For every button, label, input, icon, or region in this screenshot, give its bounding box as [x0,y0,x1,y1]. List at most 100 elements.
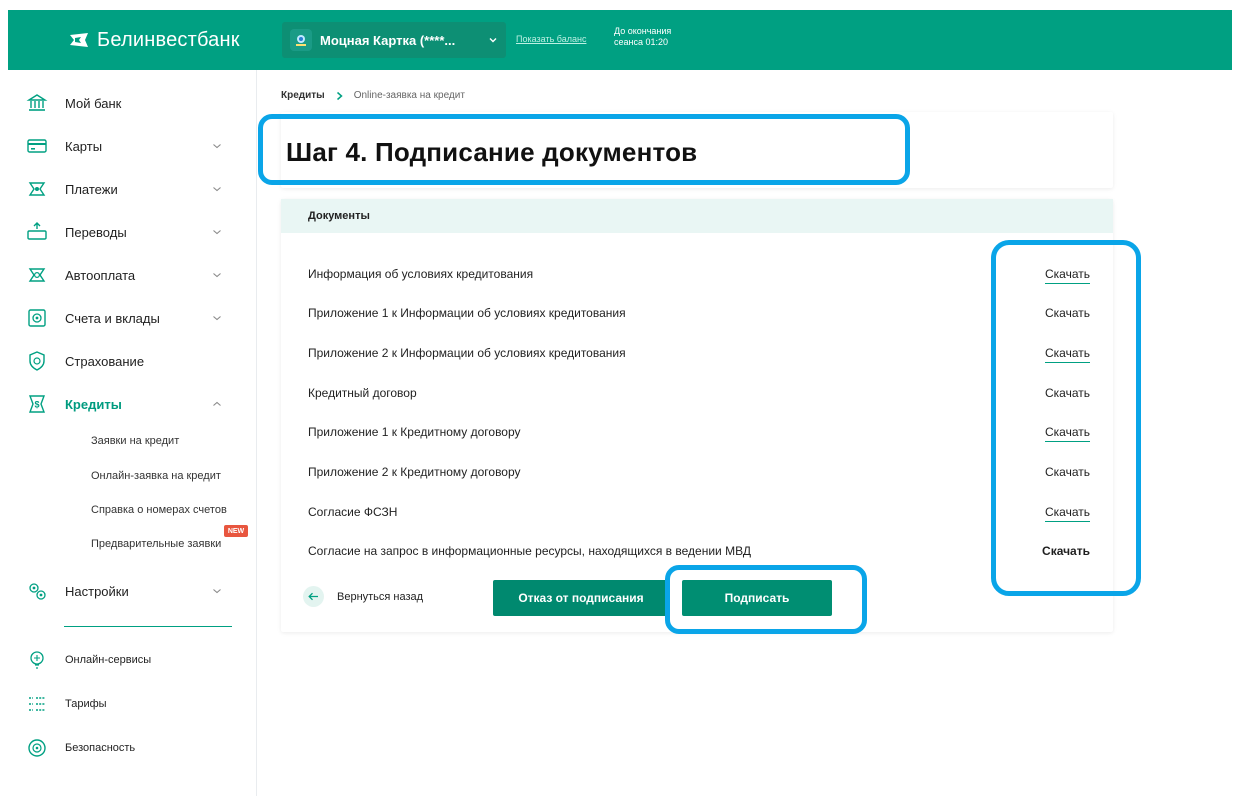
tariffs-icon [26,693,48,715]
document-name: Информация об условиях кредитования [308,267,534,281]
documents-card: Документы Информация об условиях кредито… [281,199,1113,632]
download-link[interactable]: Скачать [1045,425,1090,442]
sidebar-item-label: Платежи [65,181,118,197]
page-title: Шаг 4. Подписание документов [286,137,698,167]
card-selector[interactable]: Моцная Картка (****... [282,22,506,58]
sidebar-item-settings[interactable]: Настройки [8,570,257,612]
sidebar-divider [64,626,232,627]
sidebar-subitem-preliminary-requests[interactable]: Предварительные заявки [91,538,221,550]
sidebar: Мой банк Карты Платежи Переводы Автоопла… [8,70,257,796]
sidebar-item-label: Страхование [65,353,145,369]
credit-icon: $ [26,393,48,415]
back-link[interactable]: Вернуться назад [303,586,423,607]
sidebar-item-autopay[interactable]: Автооплата [8,254,257,296]
payments-icon [26,178,48,200]
document-row: Приложение 2 к Информации об условиях кр… [281,340,1113,366]
sidebar-item-my-bank[interactable]: Мой банк [8,82,257,124]
sidebar-item-transfers[interactable]: Переводы [8,211,257,253]
document-row: Приложение 1 к Информации об условиях кр… [281,300,1113,326]
sidebar-subitem-account-certificate[interactable]: Справка о номерах счетов [91,504,227,516]
session-line-1: До окончания [614,26,672,36]
chevron-down-icon [213,316,221,321]
documents-header-label: Документы [308,210,370,222]
document-name: Приложение 2 к Кредитному договору [308,465,521,479]
arrow-left-icon [303,586,324,607]
download-link[interactable]: Скачать [1045,505,1090,522]
document-row: Согласие на запрос в информационные ресу… [281,538,1113,564]
chevron-down-icon [213,230,221,235]
download-link[interactable]: Скачать [1045,306,1090,322]
document-name: Согласие на запрос в информационные ресу… [308,544,751,558]
top-bar: Белинвестбанк Моцная Картка (****... Пок… [8,10,1232,70]
brand-logo-icon [70,33,88,47]
brand-name: Белинвестбанк [97,28,240,51]
transfers-icon [26,221,48,243]
sidebar-item-label: Тарифы [65,698,107,710]
document-name: Приложение 1 к Информации об условиях кр… [308,306,626,320]
download-link[interactable]: Скачать [1042,544,1090,560]
sidebar-item-label: Мой банк [65,95,122,111]
sidebar-subitem-credit-requests[interactable]: Заявки на кредит [91,435,179,447]
sidebar-item-payments[interactable]: Платежи [8,168,257,210]
session-line-2: сеанса 01:20 [614,37,669,47]
chevron-down-icon [489,38,497,43]
refuse-signing-button[interactable]: Отказ от подписания [493,580,669,616]
download-link[interactable]: Скачать [1045,346,1090,363]
breadcrumb: Кредиты Online-заявка на кредит [281,90,465,101]
new-badge: NEW [224,525,248,537]
document-name: Согласие ФСЗН [308,505,398,519]
online-services-icon [26,649,48,671]
document-row: Согласие ФСЗН Скачать [281,499,1113,525]
breadcrumb-credits[interactable]: Кредиты [281,90,325,101]
sidebar-item-label: Настройки [65,583,129,599]
card-chip-icon [290,29,312,51]
chevron-up-icon [213,401,221,406]
sidebar-item-label: Автооплата [65,267,136,283]
svg-text:$: $ [34,400,39,410]
back-label: Вернуться назад [337,590,424,603]
document-name: Приложение 2 к Информации об условиях кр… [308,346,626,360]
sidebar-item-label: Карты [65,138,103,154]
sidebar-subitem-online-request[interactable]: Онлайн-заявка на кредит [91,470,221,482]
sidebar-item-tariffs[interactable]: Тарифы [8,683,257,725]
autopay-icon [26,264,48,286]
chevron-down-icon [213,144,221,149]
bank-icon [26,92,48,114]
document-name: Кредитный договор [308,386,417,400]
sidebar-item-label: Переводы [65,224,127,240]
session-timer: До окончания сеанса 01:20 [614,26,671,48]
chevron-right-icon [336,91,343,100]
sidebar-item-insurance[interactable]: Страхование [8,340,257,382]
gear-icon [26,580,48,602]
download-link[interactable]: Скачать [1045,465,1090,481]
sign-button[interactable]: Подписать [682,580,832,616]
accounts-icon [26,307,48,329]
breadcrumb-current: Online-заявка на кредит [353,90,465,101]
document-row: Приложение 1 к Кредитному договору Скача… [281,419,1113,445]
chevron-down-icon [213,589,221,594]
sidebar-item-label: Онлайн-сервисы [65,654,152,666]
sidebar-item-online-services[interactable]: Онлайн-сервисы [8,639,257,681]
documents-header: Документы [281,199,1113,233]
sidebar-item-cards[interactable]: Карты [8,125,257,167]
sidebar-item-credits[interactable]: $ Кредиты [8,383,257,425]
document-row: Приложение 2 к Кредитному договору Скача… [281,459,1113,485]
card-icon [26,135,48,157]
sidebar-item-label: Счета и вклады [65,310,160,326]
download-link[interactable]: Скачать [1045,267,1090,284]
card-name: Моцная Картка (****... [320,32,456,48]
document-name: Приложение 1 к Кредитному договору [308,425,521,439]
show-balance-link[interactable]: Показать баланс [516,34,586,44]
document-row: Кредитный договор Скачать [281,380,1113,406]
brand[interactable]: Белинвестбанк [69,29,240,51]
sidebar-item-accounts[interactable]: Счета и вклады [8,297,257,339]
chevron-down-icon [213,187,221,192]
sidebar-item-label: Кредиты [65,396,122,412]
download-link[interactable]: Скачать [1045,386,1090,402]
sidebar-item-label: Безопасность [65,742,136,754]
chevron-down-icon [213,273,221,278]
document-row: Информация об условиях кредитования Скач… [281,261,1113,287]
insurance-icon [26,350,48,372]
security-icon [26,737,48,759]
sidebar-item-security[interactable]: Безопасность [8,727,257,769]
